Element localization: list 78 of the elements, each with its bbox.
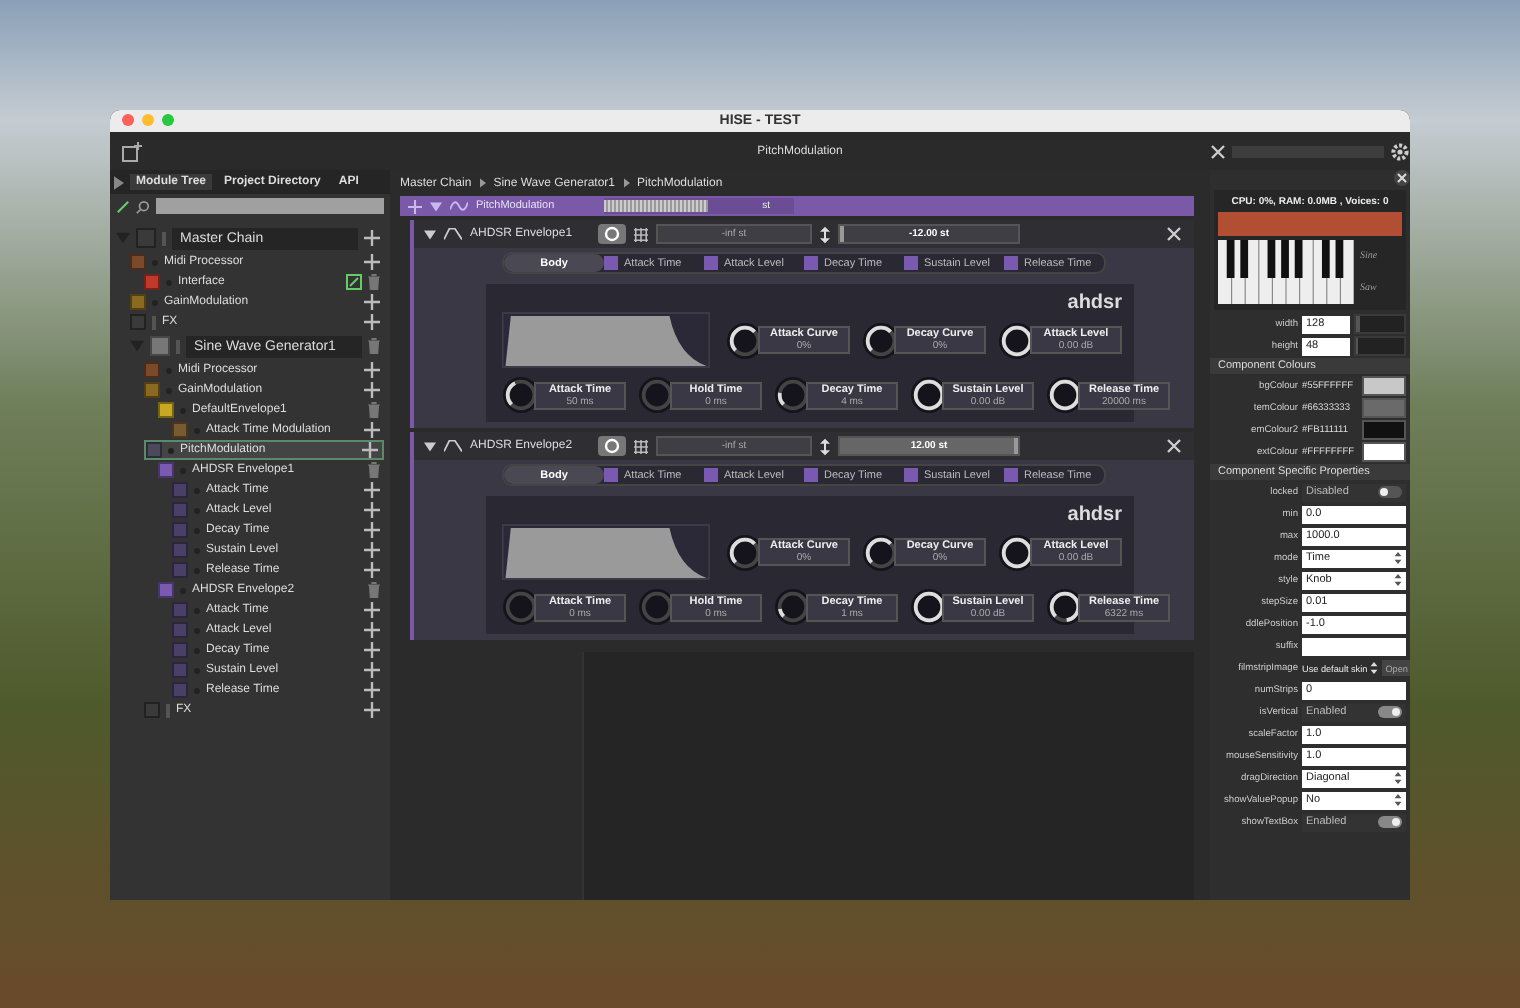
add-icon[interactable] — [364, 502, 380, 518]
add-icon[interactable] — [364, 362, 380, 378]
envelope-icon — [444, 228, 462, 240]
updown-icon — [1394, 574, 1402, 586]
add-icon[interactable] — [364, 662, 380, 678]
modulation-swatch-icon — [604, 256, 618, 270]
bypass-dot-icon[interactable] — [168, 447, 174, 453]
modulation-swatch-icon — [804, 256, 818, 270]
ahdsr-logo: ahdsr — [1067, 292, 1122, 314]
add-icon[interactable] — [364, 422, 380, 438]
trash-icon[interactable] — [368, 274, 380, 290]
close-icon[interactable] — [1166, 438, 1182, 454]
add-icon[interactable] — [364, 482, 380, 498]
keyboard-drawing[interactable] — [1218, 240, 1354, 304]
add-icon[interactable] — [408, 199, 422, 213]
add-icon[interactable] — [364, 382, 380, 398]
close-icon[interactable] — [1166, 226, 1182, 242]
close-icon[interactable] — [1210, 143, 1226, 159]
size-slider[interactable] — [1354, 336, 1406, 356]
add-icon[interactable] — [364, 314, 380, 330]
add-icon[interactable] — [364, 702, 380, 718]
modulation-swatch-icon — [604, 468, 618, 482]
updown-icon — [1394, 552, 1402, 564]
ahdsr-logo: ahdsr — [1067, 504, 1122, 526]
search-field[interactable] — [156, 198, 384, 214]
grid-icon[interactable] — [634, 227, 648, 241]
add-icon[interactable] — [362, 442, 378, 458]
grid-icon[interactable] — [634, 439, 648, 453]
trash-icon[interactable] — [368, 462, 380, 478]
power-button[interactable] — [598, 224, 626, 244]
add-tab-icon[interactable] — [122, 141, 142, 161]
colour-swatch[interactable] — [1362, 420, 1406, 440]
toggle-switch[interactable] — [1378, 816, 1402, 828]
modulation-swatch-icon — [704, 468, 718, 482]
toggle-switch[interactable] — [1378, 706, 1402, 718]
close-button[interactable] — [122, 114, 134, 126]
add-icon[interactable] — [364, 294, 380, 310]
size-slider[interactable] — [1354, 314, 1406, 334]
envelope-icon — [444, 440, 462, 452]
modulation-swatch-icon — [1004, 468, 1018, 482]
collapse-icon[interactable] — [424, 229, 436, 239]
add-icon[interactable] — [364, 254, 380, 270]
updown-icon — [1394, 772, 1402, 784]
close-icon[interactable] — [1394, 170, 1410, 186]
add-icon[interactable] — [364, 522, 380, 538]
add-icon[interactable] — [364, 622, 380, 638]
trash-icon[interactable] — [368, 338, 380, 354]
panel-triangle-icon[interactable] — [114, 175, 124, 189]
wave-icon — [450, 200, 468, 212]
settings-icon[interactable] — [1390, 141, 1410, 161]
property-field[interactable] — [1302, 637, 1406, 655]
modulation-swatch-icon — [804, 468, 818, 482]
pencil-icon[interactable] — [116, 199, 130, 213]
updown-icon — [1394, 794, 1402, 806]
edit-icon[interactable] — [346, 274, 362, 290]
collapse-icon[interactable] — [424, 441, 436, 451]
add-icon[interactable] — [364, 642, 380, 658]
add-icon[interactable] — [364, 602, 380, 618]
colour-swatch[interactable] — [1362, 442, 1406, 462]
modulation-swatch-icon — [904, 256, 918, 270]
add-icon[interactable] — [364, 682, 380, 698]
add-icon[interactable] — [364, 542, 380, 558]
chevron-icon — [623, 178, 629, 188]
trash-icon[interactable] — [368, 582, 380, 598]
modulation-swatch-icon — [704, 256, 718, 270]
chevron-icon — [479, 178, 486, 188]
add-icon[interactable] — [364, 562, 380, 578]
add-icon[interactable] — [364, 230, 380, 246]
trash-icon[interactable] — [368, 402, 380, 418]
colour-swatch[interactable] — [1362, 376, 1406, 396]
colour-swatch[interactable] — [1362, 398, 1406, 418]
search-icon[interactable] — [136, 199, 150, 213]
vertical-arrows-icon[interactable] — [820, 437, 830, 455]
modulation-swatch-icon — [904, 468, 918, 482]
vertical-arrows-icon[interactable] — [820, 225, 830, 243]
toggle-switch[interactable] — [1378, 486, 1402, 498]
modulation-swatch-icon — [1004, 256, 1018, 270]
power-button[interactable] — [598, 436, 626, 456]
